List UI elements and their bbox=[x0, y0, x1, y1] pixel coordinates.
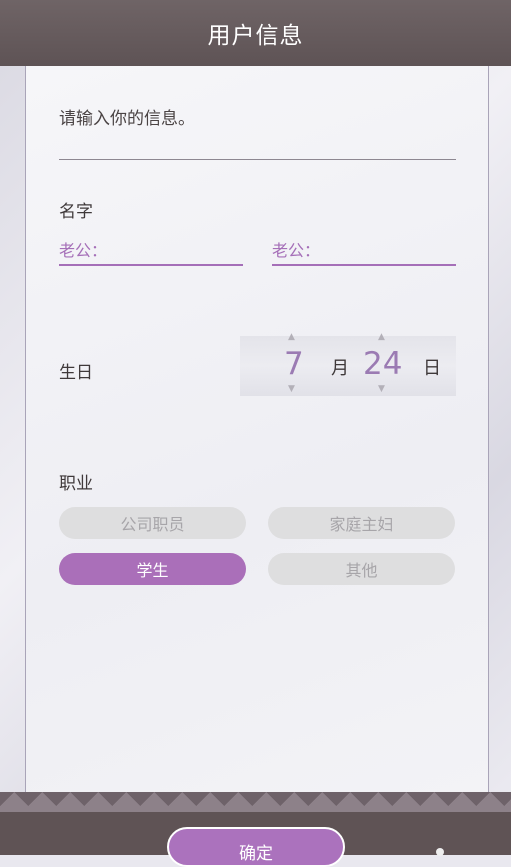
confirm-button[interactable]: 确定 bbox=[167, 827, 345, 867]
birthday-label: 生日 bbox=[59, 363, 93, 383]
occupation-option-student[interactable]: 学生 bbox=[59, 553, 246, 585]
day-up-arrow-icon[interactable]: ▲ bbox=[378, 332, 385, 342]
month-up-arrow-icon[interactable]: ▲ bbox=[288, 332, 295, 342]
occupation-label: 职业 bbox=[59, 474, 93, 494]
month-unit: 月 bbox=[331, 358, 349, 379]
user-info-card: 请输入你的信息。 名字 生日 ▲ 7 ▼ 月 ▲ 24 ▼ 日 职业 公司职员 … bbox=[25, 66, 489, 792]
day-unit: 日 bbox=[423, 358, 441, 379]
day-value[interactable]: 24 bbox=[363, 346, 402, 382]
occupation-option-office-worker[interactable]: 公司职员 bbox=[59, 507, 246, 539]
divider bbox=[59, 159, 456, 160]
occupation-option-other[interactable]: 其他 bbox=[268, 553, 455, 585]
form-prompt: 请输入你的信息。 bbox=[59, 109, 195, 129]
month-down-arrow-icon[interactable]: ▼ bbox=[288, 384, 295, 394]
month-value[interactable]: 7 bbox=[284, 346, 304, 382]
occupation-option-housewife[interactable]: 家庭主妇 bbox=[268, 507, 455, 539]
day-down-arrow-icon[interactable]: ▼ bbox=[378, 384, 385, 394]
title-bar: 用户信息 bbox=[0, 0, 511, 66]
name-field-2[interactable] bbox=[272, 236, 456, 266]
name-field-1[interactable] bbox=[59, 236, 243, 266]
birthday-picker: ▲ 7 ▼ 月 ▲ 24 ▼ 日 bbox=[240, 332, 456, 396]
name-label: 名字 bbox=[59, 202, 93, 222]
page-title: 用户信息 bbox=[207, 23, 304, 49]
